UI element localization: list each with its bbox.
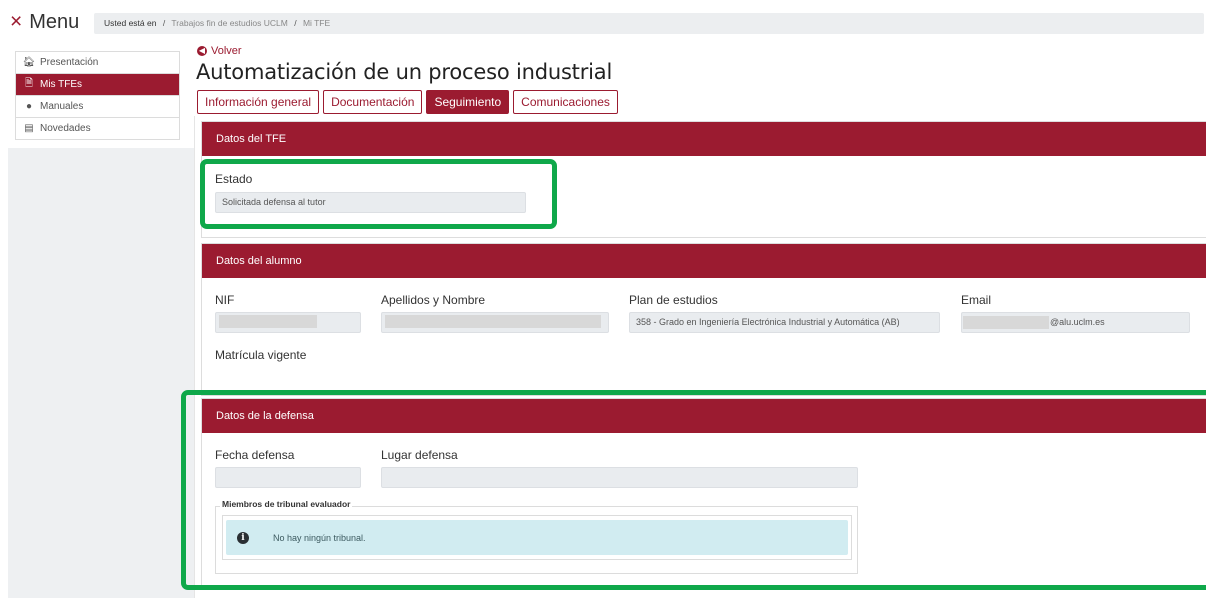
menu-label: Menu xyxy=(29,11,80,33)
nif-field xyxy=(215,312,361,333)
highlight-datos-defensa xyxy=(181,390,1206,590)
breadcrumb-item-mi-tfe[interactable]: Mi TFE xyxy=(303,18,330,28)
highlight-estado xyxy=(200,159,557,229)
tab-comunicaciones[interactable]: Comunicaciones xyxy=(513,90,618,114)
email-label: Email xyxy=(961,293,992,307)
redacted-mask xyxy=(385,315,601,328)
file-icon: 🗎 xyxy=(24,78,34,89)
page-title: Automatización de un proceso industrial xyxy=(196,60,613,84)
sidebar-item-label: Mis TFEs xyxy=(40,79,83,90)
sidebar-item-label: Manuales xyxy=(40,101,84,112)
breadcrumb-item-tfe-uclm[interactable]: Trabajos fin de estudios UCLM xyxy=(171,18,287,28)
sidebar-item-presentacion[interactable]: 🏠︎ Presentación xyxy=(16,52,179,74)
back-label: Volver xyxy=(211,45,242,57)
breadcrumb-separator: / xyxy=(162,18,166,28)
tab-informacion-general[interactable]: Información general xyxy=(197,90,320,114)
close-icon: × xyxy=(10,10,23,33)
menu-toggle-button[interactable]: × Menu xyxy=(10,10,80,33)
plan-field: 358 - Grado en Ingeniería Electrónica In… xyxy=(629,312,940,333)
sidebar-item-mis-tfes[interactable]: 🗎 Mis TFEs xyxy=(16,74,179,96)
tab-seguimiento[interactable]: Seguimiento xyxy=(426,90,510,114)
card-header-datos-alumno: Datos del alumno xyxy=(202,244,1206,278)
home-icon: 🏠︎ xyxy=(22,57,36,68)
redacted-mask xyxy=(963,316,1049,329)
card-header-datos-tfe: Datos del TFE xyxy=(202,122,1206,156)
newspaper-icon: ▤ xyxy=(24,123,34,134)
sidebar: 🏠︎ Presentación 🗎 Mis TFEs ● Manuales ▤ … xyxy=(15,51,180,140)
info-circle-icon: ● xyxy=(25,101,33,112)
tab-documentacion[interactable]: Documentación xyxy=(323,90,423,114)
sidebar-item-label: Presentación xyxy=(40,57,99,68)
breadcrumb: Usted está en / Trabajos fin de estudios… xyxy=(94,13,1204,34)
nombre-label: Apellidos y Nombre xyxy=(381,293,486,307)
nif-label: NIF xyxy=(215,293,235,307)
breadcrumb-separator: / xyxy=(294,18,297,28)
sidebar-item-manuales[interactable]: ● Manuales xyxy=(16,96,179,118)
tab-bar: Información general Documentación Seguim… xyxy=(197,90,618,114)
email-field: @alu.uclm.es xyxy=(961,312,1190,333)
arrow-left-circle-icon: ◀ xyxy=(197,46,207,56)
plan-label: Plan de estudios xyxy=(629,293,718,307)
nombre-field xyxy=(381,312,609,333)
sidebar-background xyxy=(8,148,195,598)
matricula-label: Matrícula vigente xyxy=(215,348,307,362)
email-domain: @alu.uclm.es xyxy=(1050,317,1105,327)
sidebar-item-novedades[interactable]: ▤ Novedades xyxy=(16,118,179,140)
redacted-mask xyxy=(219,315,317,328)
breadcrumb-lead: Usted está en xyxy=(104,18,157,28)
sidebar-item-label: Novedades xyxy=(40,123,91,134)
back-link[interactable]: ◀ Volver xyxy=(197,45,242,57)
